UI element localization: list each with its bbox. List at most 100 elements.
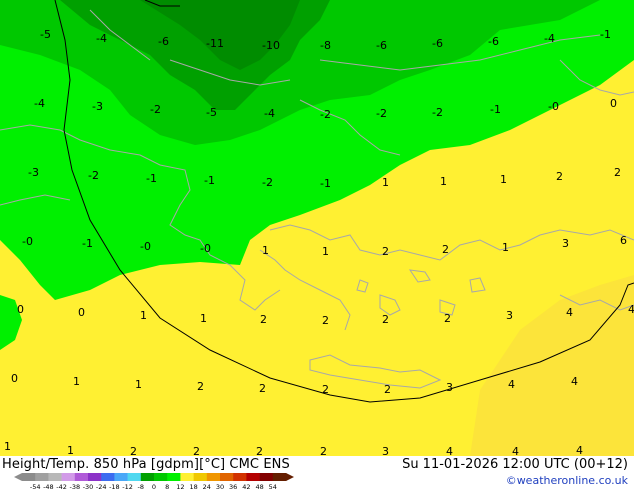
temperature-label: 1 bbox=[500, 173, 507, 186]
temperature-label: 1 bbox=[262, 244, 269, 257]
color-scale-tick: -38 bbox=[69, 483, 80, 490]
color-scale-tick: 18 bbox=[189, 483, 197, 490]
temperature-label: 2 bbox=[260, 313, 267, 326]
color-scale-tick: 30 bbox=[216, 483, 224, 490]
temperature-label: -0 bbox=[22, 235, 33, 248]
temperature-label: 2 bbox=[444, 312, 451, 325]
temperature-label: 1 bbox=[4, 440, 11, 453]
temperature-label: 2 bbox=[259, 382, 266, 395]
temperature-label: -1 bbox=[82, 237, 93, 250]
temperature-label: 6 bbox=[620, 234, 627, 247]
temperature-label: -0 bbox=[200, 242, 211, 255]
temperature-label: 1 bbox=[200, 312, 207, 325]
color-scale-swatch bbox=[114, 473, 128, 481]
temperature-label: 2 bbox=[442, 243, 449, 256]
temperature-label: -3 bbox=[92, 100, 103, 113]
temperature-label: 2 bbox=[193, 445, 200, 456]
temperature-label: -1 bbox=[490, 103, 501, 116]
valid-time: Su 11-01-2026 12:00 UTC (00+12) bbox=[402, 457, 628, 472]
color-scale-tick: 54 bbox=[269, 483, 277, 490]
scale-left-arrow bbox=[14, 473, 22, 481]
temperature-label: -0 bbox=[140, 240, 151, 253]
temperature-label: 2 bbox=[322, 314, 329, 327]
temperature-label: 1 bbox=[502, 241, 509, 254]
temperature-label: -2 bbox=[376, 107, 387, 120]
temperature-label: 0 bbox=[610, 97, 617, 110]
temperature-label: 4 bbox=[628, 303, 634, 316]
temperature-label: 4 bbox=[571, 375, 578, 388]
temperature-label: 2 bbox=[197, 380, 204, 393]
credit-link[interactable]: ©weatheronline.co.uk bbox=[506, 474, 628, 487]
temperature-label: 3 bbox=[382, 445, 389, 456]
color-scale-swatch bbox=[220, 473, 234, 481]
temperature-label: 4 bbox=[508, 378, 515, 391]
temperature-label: 3 bbox=[562, 237, 569, 250]
color-scale-swatch bbox=[233, 473, 247, 481]
color-scale-swatch bbox=[206, 473, 221, 481]
temperature-label: -5 bbox=[40, 28, 51, 41]
temperature-label: -4 bbox=[34, 97, 45, 110]
temperature-label: -4 bbox=[96, 32, 107, 45]
color-scale-swatch bbox=[74, 473, 89, 481]
color-scale-legend: -54 -48 -42 -38 -30 -24 -18 -12 -8 0 8 12 18 24 30 36 42… bbox=[14, 473, 294, 490]
temperature-label: -2 bbox=[432, 106, 443, 119]
temperature-label: 2 bbox=[382, 245, 389, 258]
color-scale-tick: 36 bbox=[229, 483, 237, 490]
temperature-label: -0 bbox=[548, 100, 559, 113]
color-scale-tick: 8 bbox=[165, 483, 169, 490]
temperature-label: -2 bbox=[88, 169, 99, 182]
color-scale-swatch bbox=[259, 473, 274, 481]
color-scale-swatch bbox=[193, 473, 208, 481]
temperature-label: 0 bbox=[11, 372, 18, 385]
color-scale-tick: -54 bbox=[30, 483, 41, 490]
temperature-label: 2 bbox=[130, 445, 137, 456]
temperature-label: 1 bbox=[73, 375, 80, 388]
color-scale-tick: -48 bbox=[43, 483, 54, 490]
color-scale-swatch bbox=[61, 473, 76, 481]
temperature-label: 1 bbox=[135, 378, 142, 391]
footer-bar: Height/Temp. 850 hPa [gdpm][°C] CMC ENS … bbox=[0, 456, 634, 490]
temperature-label: -10 bbox=[262, 39, 280, 52]
temperature-label: 3 bbox=[446, 381, 453, 394]
color-scale-swatch bbox=[127, 473, 142, 481]
color-scale-swatch bbox=[272, 473, 287, 481]
temperature-label: 0 bbox=[17, 303, 24, 316]
temperature-label: -2 bbox=[150, 103, 161, 116]
color-scale-swatch bbox=[22, 473, 36, 481]
temperature-label: 2 bbox=[320, 445, 327, 456]
temperature-label: -1 bbox=[320, 177, 331, 190]
temperature-label: 3 bbox=[506, 309, 513, 322]
color-scale-tick: -24 bbox=[96, 483, 107, 490]
temperature-label: -1 bbox=[600, 28, 611, 41]
temperature-label: -5 bbox=[206, 106, 217, 119]
color-scale-tick: -8 bbox=[138, 483, 144, 490]
color-scale-swatch bbox=[246, 473, 260, 481]
temperature-label: 4 bbox=[512, 445, 519, 456]
color-scale-swatch bbox=[48, 473, 62, 481]
color-scale-swatch bbox=[154, 473, 168, 481]
color-scale-swatch bbox=[35, 473, 49, 481]
color-scale-tick: -42 bbox=[56, 483, 67, 490]
temperature-label: -8 bbox=[320, 39, 331, 52]
temperature-label: 2 bbox=[384, 383, 391, 396]
temperature-label: 1 bbox=[382, 176, 389, 189]
color-scale-swatch bbox=[101, 473, 115, 481]
color-scale-swatch bbox=[140, 473, 155, 481]
color-scale-swatch bbox=[88, 473, 102, 481]
color-scale-tick: -30 bbox=[83, 483, 94, 490]
temperature-label: -2 bbox=[320, 108, 331, 121]
color-scale-tick: 0 bbox=[152, 483, 156, 490]
temperature-label: 1 bbox=[67, 444, 74, 456]
temperature-label: -3 bbox=[28, 166, 39, 179]
temperature-label: -1 bbox=[146, 172, 157, 185]
temperature-label: 1 bbox=[140, 309, 147, 322]
temperature-label: -4 bbox=[544, 32, 555, 45]
temperature-label: -6 bbox=[376, 39, 387, 52]
temperature-label: -6 bbox=[158, 35, 169, 48]
color-scale-tick: 42 bbox=[242, 483, 250, 490]
temperature-label: -11 bbox=[206, 37, 224, 50]
color-scale-tick: -12 bbox=[122, 483, 133, 490]
temperature-map: -5 -4 -6 -11 -10 -8 -6 -6 -6 -4 -1-4 -3 -2 -5 -4 -2 -2 -2… bbox=[0, 0, 634, 456]
temperature-label: 2 bbox=[614, 166, 621, 179]
temperature-label: 4 bbox=[576, 444, 583, 456]
